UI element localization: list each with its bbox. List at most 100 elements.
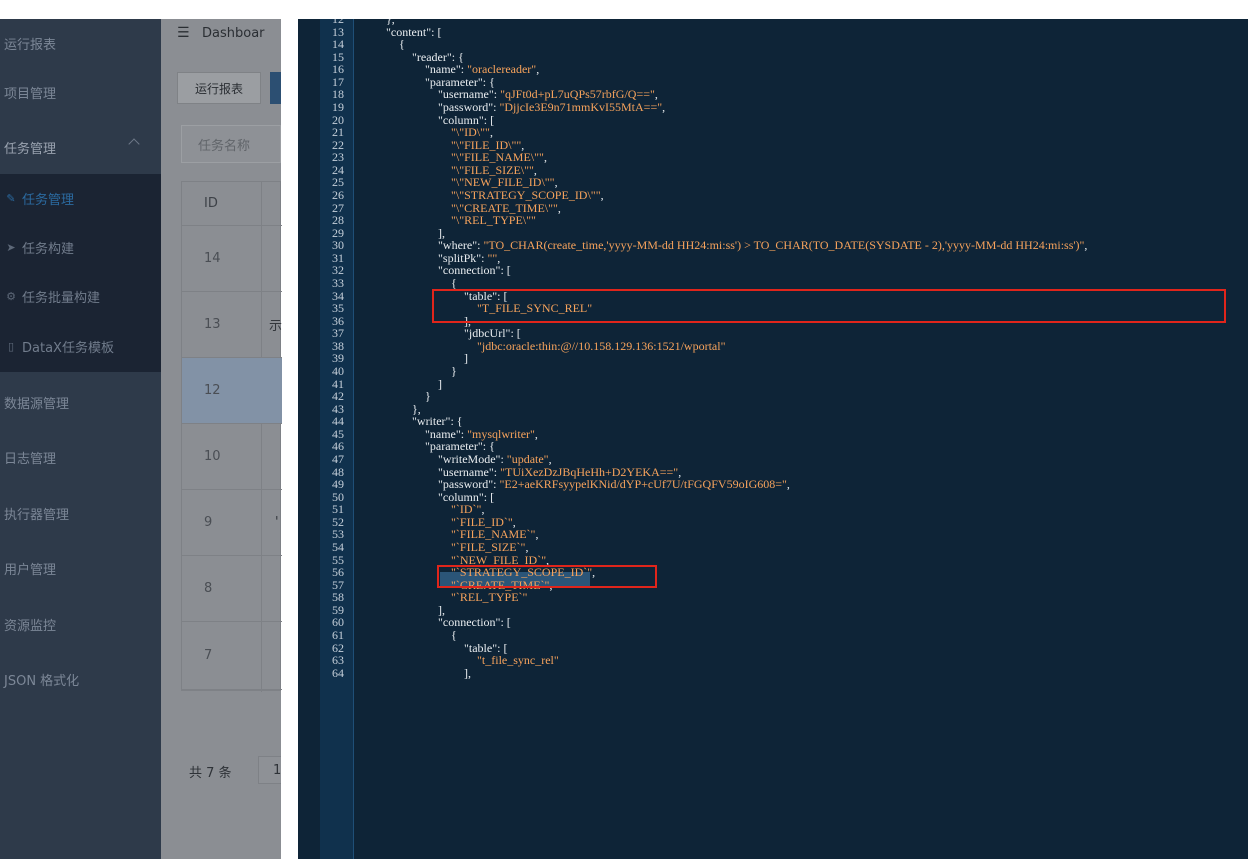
code-line: 51 "`ID`", xyxy=(298,503,1248,516)
table-row[interactable]: 14 xyxy=(182,226,282,292)
row-id: 14 xyxy=(204,251,221,266)
code-line: 38 "jdbc:oracle:thin:@//10.158.129.136:15… xyxy=(298,338,1248,353)
edit-icon: ✎ xyxy=(6,192,16,205)
code-token: , xyxy=(786,477,790,492)
topbar: ☰ Dashboar xyxy=(161,19,281,47)
code-token: , xyxy=(543,150,547,165)
sidebar: 运行报表 项目管理 任务管理 ✎ 任务管理 ➤ 任务构建 ⚙ 任务批量构建 ▯ … xyxy=(0,19,161,859)
tab-run-report[interactable]: 运行报表 xyxy=(177,72,261,104)
code-token: ] xyxy=(438,376,442,391)
settings-icon: ⚙ xyxy=(6,290,16,303)
sidebar-item-task-management[interactable]: 任务管理 xyxy=(0,120,161,175)
search-input[interactable]: 任务名称 xyxy=(181,125,281,163)
code-token: , xyxy=(1084,238,1088,253)
code-line: 39] xyxy=(298,352,1248,365)
line-number: 61 xyxy=(332,627,344,642)
code-text: "\"REL_TYPE\"" xyxy=(451,214,536,227)
code-string: "t_file_sync_rel" xyxy=(477,653,559,668)
code-text: "`REL_TYPE`" xyxy=(451,591,527,604)
code-token: , xyxy=(600,187,604,202)
row-extra: ' xyxy=(275,515,279,530)
table-row[interactable]: 10 xyxy=(182,424,282,490)
code-line: 42} xyxy=(298,390,1248,403)
submenu-item-label: 任务批量构建 xyxy=(22,291,101,306)
code-line: 20 "column": [ xyxy=(298,113,1248,127)
code-line: 37 "jdbcUrl": [ xyxy=(298,327,1248,340)
code-line: 24 "\"FILE_SIZE\"", xyxy=(298,163,1248,177)
hamburger-icon[interactable]: ☰ xyxy=(177,25,193,41)
sidebar-item-label: 资源监控 xyxy=(4,619,57,634)
row-id: 10 xyxy=(204,449,221,464)
sidebar-item-log[interactable]: 日志管理 xyxy=(0,430,161,485)
code-text: ], xyxy=(464,666,471,680)
submenu-item-task-build[interactable]: ➤ 任务构建 xyxy=(0,223,161,272)
submenu-item-label: 任务构建 xyxy=(22,242,75,257)
code-token: { xyxy=(399,37,405,52)
sidebar-item-label: 用户管理 xyxy=(4,563,57,578)
table-row[interactable]: 9 ' xyxy=(182,490,282,556)
code-line: 27 "\"CREATE_TIME\"", xyxy=(298,201,1248,215)
code-token: ] xyxy=(464,351,468,366)
code-line: 62 "table": [ xyxy=(298,641,1248,655)
code-text: { xyxy=(451,628,457,642)
code-text: "connection": [ xyxy=(438,616,511,629)
sidebar-item-monitor[interactable]: 资源监控 xyxy=(0,597,161,652)
code-line: 26 "\"STRATEGY_SCOPE_ID\"", xyxy=(298,187,1248,202)
code-token: , xyxy=(662,99,666,114)
row-id: 9 xyxy=(204,515,213,530)
code-line: 23 "\"FILE_NAME\"", xyxy=(298,151,1248,164)
sidebar-item-datasource[interactable]: 数据源管理 xyxy=(0,375,161,430)
code-token: } xyxy=(425,389,431,404)
main-content: ☰ Dashboar 运行报表 任务名称 ID 14 13 示 12 10 9 ' … xyxy=(161,19,282,859)
sidebar-item-project[interactable]: 项目管理 xyxy=(0,65,161,120)
submenu: ✎ 任务管理 ➤ 任务构建 ⚙ 任务批量构建 ▯ DataX任务模板 xyxy=(0,174,161,372)
line-number: 64 xyxy=(332,665,344,680)
sidebar-item-json-format[interactable]: JSON 格式化 xyxy=(0,652,161,707)
code-line: 64], xyxy=(298,665,1248,680)
send-icon: ➤ xyxy=(6,241,16,254)
highlight-box-writemode xyxy=(437,565,657,588)
code-token: "connection": [ xyxy=(438,615,511,630)
sidebar-item-user[interactable]: 用户管理 xyxy=(0,541,161,596)
task-table: ID 14 13 示 12 10 9 ' 8 7 xyxy=(181,181,282,692)
pagination-page-input[interactable]: 1 xyxy=(258,756,281,784)
sidebar-item-label: 数据源管理 xyxy=(4,397,70,412)
code-text: ] xyxy=(438,376,442,391)
row-id: 12 xyxy=(204,383,221,398)
code-text: "jdbc:oracle:thin:@//10.158.129.136:1521… xyxy=(477,338,726,353)
sidebar-item-label: 运行报表 xyxy=(4,38,57,53)
code-string: "DjjcIe3E9n71mmKvI55MtA==" xyxy=(499,99,663,114)
line-number: 54 xyxy=(332,539,344,554)
submenu-item-label: DataX任务模板 xyxy=(22,341,114,356)
code-string: "\"REL_TYPE\"" xyxy=(451,213,536,228)
sidebar-item-label: 项目管理 xyxy=(4,87,57,102)
highlight-box-where xyxy=(432,289,1226,323)
code-text: } xyxy=(425,390,431,403)
table-row[interactable]: 13 示 xyxy=(182,292,282,358)
sidebar-item-label: 任务管理 xyxy=(4,142,57,157)
code-text: "where": "TO_CHAR(create_time,'yyyy-MM-d… xyxy=(438,239,1087,252)
table-row[interactable]: 7 xyxy=(182,622,282,690)
code-line: 54 "`FILE_SIZE`", xyxy=(298,539,1248,554)
submenu-item-datax-template[interactable]: ▯ DataX任务模板 xyxy=(0,322,161,371)
table-row[interactable]: 12 xyxy=(182,358,282,424)
code-token: } xyxy=(451,363,457,378)
json-editor[interactable]: 12}, 13 "content": [14{15 "reader": {16 "nam… xyxy=(298,19,1248,859)
code-string: "jdbc:oracle:thin:@//10.158.129.136:1521… xyxy=(477,338,726,353)
doc-icon: ▯ xyxy=(7,340,15,353)
code-line: 21 "\"ID\"", xyxy=(298,126,1248,139)
code-line: 63 "t_file_sync_rel" xyxy=(298,654,1248,667)
code-text: "t_file_sync_rel" xyxy=(477,654,559,667)
code-token: "content": [ xyxy=(386,24,442,39)
sidebar-item-run-report[interactable]: 运行报表 xyxy=(0,16,161,71)
pagination-total: 共 7 条 xyxy=(189,766,232,781)
chevron-up-icon xyxy=(128,138,140,150)
table-row[interactable]: 8 xyxy=(182,556,282,622)
breadcrumb[interactable]: Dashboar xyxy=(202,26,265,41)
sidebar-item-executor[interactable]: 执行器管理 xyxy=(0,486,161,541)
submenu-item-task-management[interactable]: ✎ 任务管理 xyxy=(0,174,161,223)
submenu-item-batch-build[interactable]: ⚙ 任务批量构建 xyxy=(0,272,161,321)
tab-active[interactable] xyxy=(270,72,281,104)
sidebar-item-label: 日志管理 xyxy=(4,452,57,467)
code-token: , xyxy=(534,426,538,441)
